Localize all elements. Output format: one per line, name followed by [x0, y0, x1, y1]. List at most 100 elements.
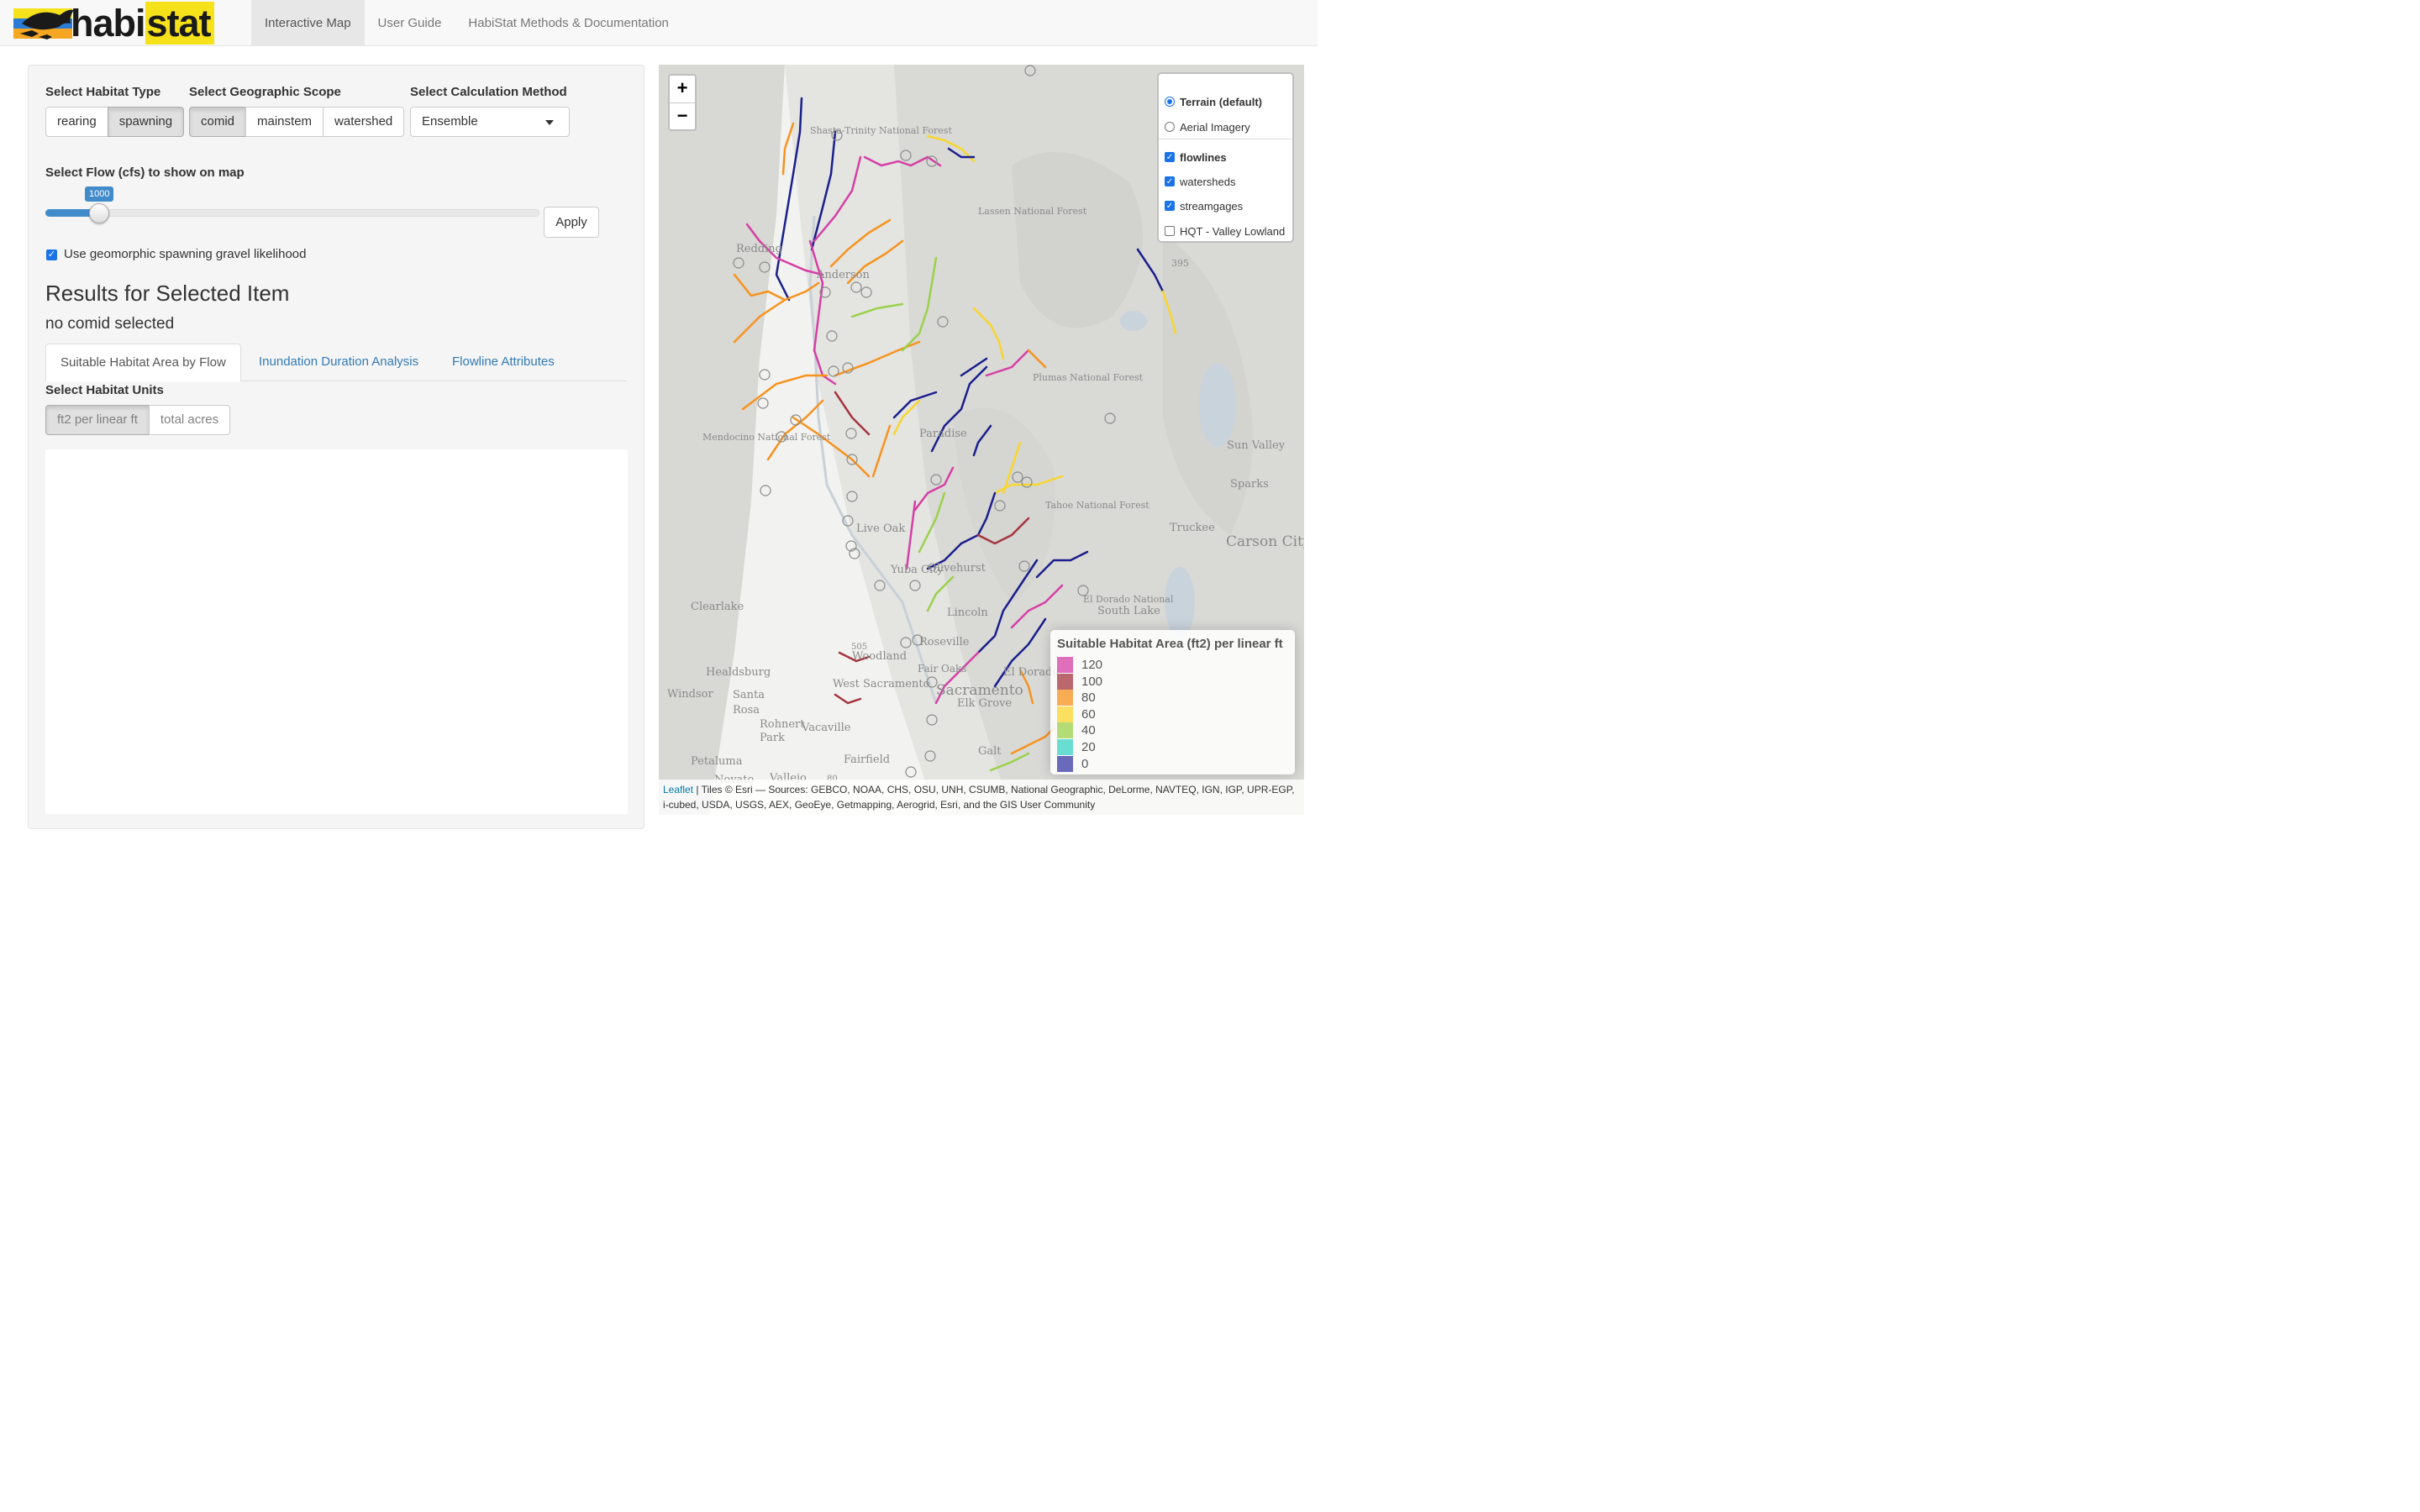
flow-slider-track[interactable] [45, 209, 539, 217]
nav-tab-interactive-map[interactable]: Interactive Map [251, 0, 365, 46]
zoom-in-button[interactable]: + [670, 76, 695, 102]
streamgages-checkbox[interactable]: ✓ [1165, 201, 1175, 211]
results-subtitle: no comid selected [45, 315, 175, 333]
scope-watershed-button[interactable]: watershed [323, 107, 405, 137]
label-tahoe: Tahoe National Forest [1045, 500, 1150, 511]
fish-logo-icon [13, 8, 74, 39]
tab-suitable-habitat-area[interactable]: Suitable Habitat Area by Flow [45, 344, 241, 382]
label-hwy-505: 505 [851, 643, 868, 652]
label-eldorado-nf: El Dorado National [1083, 594, 1174, 605]
gravel-likelihood-checkbox[interactable]: ✓ [46, 249, 57, 260]
label-vacaville: Vacaville [802, 722, 851, 734]
label-carson: Carson City [1226, 533, 1304, 550]
label-plumas: Plumas National Forest [1033, 372, 1144, 383]
habitat-spawning-button[interactable]: spawning [107, 107, 185, 137]
map-legend: Suitable Habitat Area (ft2) per linear f… [1050, 630, 1295, 774]
tab-flowline-attributes[interactable]: Flowline Attributes [438, 344, 569, 381]
results-title: Results for Selected Item [45, 281, 290, 306]
habistat-logo[interactable]: habistat [13, 2, 232, 45]
terrain-radio[interactable] [1165, 97, 1175, 107]
habitat-units-label: Select Habitat Units [45, 383, 164, 397]
units-ft2-per-ft-button[interactable]: ft2 per linear ft [45, 405, 150, 435]
attribution-text: | Tiles © Esri — Sources: GEBCO, NOAA, C… [663, 784, 1295, 811]
tab-inundation-duration[interactable]: Inundation Duration Analysis [245, 344, 433, 381]
legend-swatch [1057, 739, 1073, 755]
label-mendocino: Mendocino National Forest [702, 432, 831, 443]
zoom-out-button[interactable]: − [670, 102, 695, 129]
calc-method-value: Ensemble [422, 114, 478, 129]
legend-row: 80 [1057, 690, 1096, 706]
habitat-type-label: Select Habitat Type [45, 85, 161, 99]
habitat-rearing-button[interactable]: rearing [45, 107, 108, 137]
leaflet-link[interactable]: Leaflet [663, 784, 693, 795]
legend-row: 40 [1057, 722, 1096, 739]
label-petaluma: Petaluma [691, 755, 743, 768]
label-paradise: Paradise [919, 428, 967, 440]
map-attribution: Leaflet | Tiles © Esri — Sources: GEBCO,… [659, 780, 1304, 815]
label-woodland: Woodland [852, 650, 908, 663]
flow-slider-fill [45, 209, 95, 217]
legend-row: 100 [1057, 673, 1102, 690]
layer-terrain[interactable]: Terrain (default) [1165, 94, 1262, 109]
habitat-type-group: rearing spawning [45, 107, 185, 137]
label-santa-rosa: Santa Rosa [733, 689, 765, 717]
hqt-checkbox[interactable] [1165, 226, 1175, 236]
aerial-radio[interactable] [1165, 122, 1175, 132]
geo-scope-group: comid mainstem watershed [189, 107, 405, 137]
legend-row: 0 [1057, 755, 1088, 772]
aerial-label: Aerial Imagery [1180, 120, 1250, 134]
layer-streamgages[interactable]: ✓ streamgages [1165, 198, 1243, 213]
legend-value: 80 [1081, 690, 1096, 706]
legend-row: 120 [1057, 657, 1102, 673]
gravel-likelihood-label: Use geomorphic spawning gravel likelihoo… [64, 247, 307, 261]
main-nav: Interactive Map User Guide HabiStat Meth… [251, 0, 682, 46]
legend-row: 60 [1057, 706, 1096, 722]
legend-swatch [1057, 690, 1073, 706]
label-clearlake: Clearlake [691, 601, 744, 613]
scope-comid-button[interactable]: comid [189, 107, 247, 137]
layer-flowlines[interactable]: ✓ flowlines [1165, 150, 1227, 165]
layer-watersheds[interactable]: ✓ watersheds [1165, 174, 1235, 189]
label-truckee: Truckee [1170, 522, 1215, 534]
legend-value: 120 [1081, 658, 1103, 672]
navbar: habistat Interactive Map User Guide Habi… [0, 0, 1318, 46]
watersheds-label: watersheds [1180, 175, 1236, 188]
flowlines-checkbox[interactable]: ✓ [1165, 152, 1175, 162]
label-elk-grove: Elk Grove [957, 697, 1013, 710]
label-fair-oaks: Fair Oaks [918, 663, 967, 675]
controls-panel: Select Habitat Type rearing spawning Sel… [28, 65, 644, 829]
flow-slider-handle[interactable] [89, 203, 109, 223]
layer-aerial[interactable]: Aerial Imagery [1165, 119, 1250, 134]
results-tabs: Suitable Habitat Area by Flow Inundation… [45, 344, 627, 382]
hqt-label: HQT - Valley Lowland [1180, 224, 1286, 238]
units-total-acres-button[interactable]: total acres [148, 405, 231, 435]
label-south-lake: South Lake [1097, 605, 1160, 617]
nav-tab-user-guide[interactable]: User Guide [365, 0, 455, 46]
label-redding: Redding [736, 243, 782, 255]
calc-method-select[interactable]: Ensemble [410, 107, 570, 137]
watersheds-checkbox[interactable]: ✓ [1165, 176, 1175, 186]
label-sun-valley: Sun Valley [1227, 439, 1286, 452]
label-lassen: Lassen National Forest [978, 206, 1087, 217]
label-sacramento: Sacramento [936, 682, 1023, 699]
apply-button[interactable]: Apply [544, 207, 599, 238]
layer-hqt-valley-lowland[interactable]: HQT - Valley Lowland [1165, 223, 1285, 239]
legend-swatch [1057, 673, 1073, 690]
label-lincoln: Lincoln [947, 606, 988, 619]
habitat-units-group: ft2 per linear ft total acres [45, 405, 231, 435]
legend-swatch [1057, 657, 1073, 673]
nav-tab-methods-documentation[interactable]: HabiStat Methods & Documentation [455, 0, 681, 46]
terrain-label: Terrain (default) [1180, 95, 1262, 108]
label-fairfield: Fairfield [844, 753, 891, 766]
label-roseville: Roseville [919, 636, 970, 648]
label-galt: Galt [978, 745, 1002, 758]
brand-wordmark: habistat [71, 2, 214, 45]
interactive-map[interactable]: Shasta-Trinity National Forest Lassen Na… [659, 65, 1304, 815]
zoom-control: + − [668, 74, 697, 131]
label-healdsburg: Healdsburg [706, 666, 771, 679]
scope-mainstem-button[interactable]: mainstem [245, 107, 324, 137]
habitat-plot-area [45, 449, 628, 814]
label-hwy-395: 395 [1171, 258, 1189, 269]
flow-label: Select Flow (cfs) to show on map [45, 165, 245, 180]
layers-control: Terrain (default) Aerial Imagery ✓ flowl… [1157, 72, 1294, 243]
